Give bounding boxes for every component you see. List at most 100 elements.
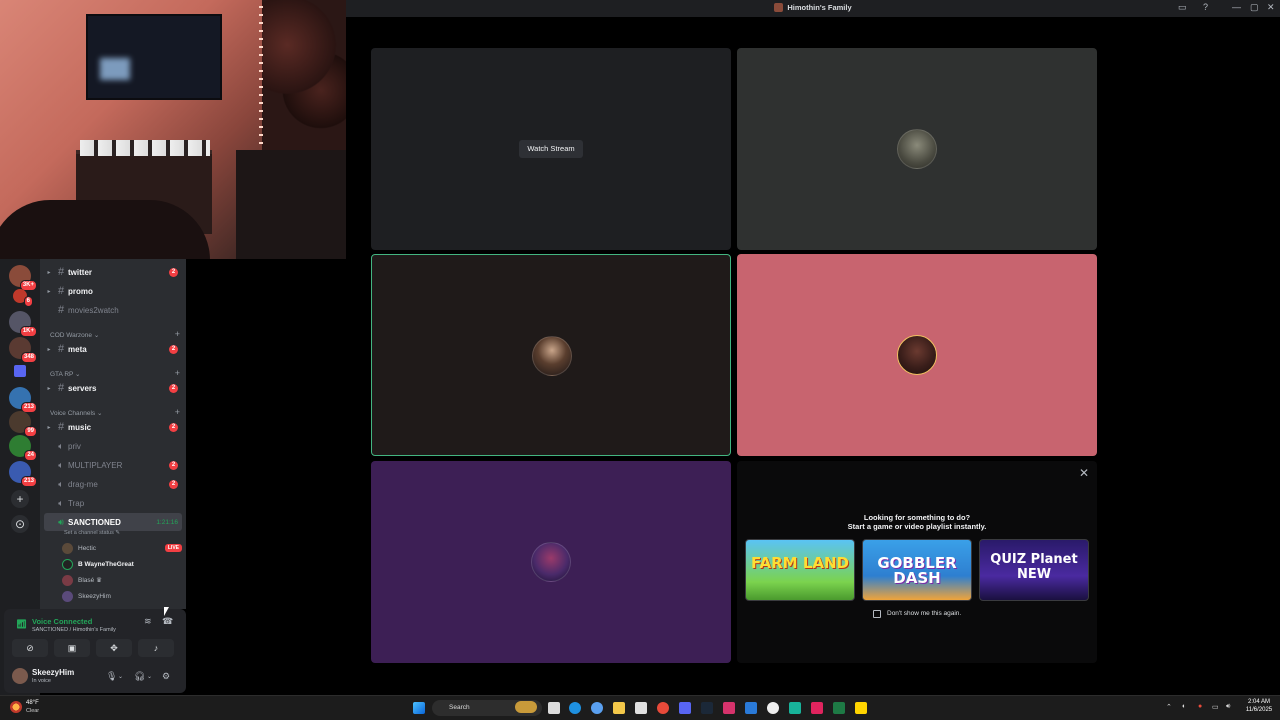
headphones-icon[interactable]: 🎧︎ [134, 671, 145, 682]
category-header[interactable]: Voice Channels ⌄ + [50, 408, 180, 418]
weather-temp[interactable]: 48°F [26, 700, 39, 706]
server-icon[interactable]: 6 [13, 289, 33, 307]
clock-time[interactable]: 2:04 AM [1244, 699, 1274, 705]
soundboard-icon[interactable]: ♪ [138, 639, 174, 657]
server-icon[interactable]: 3K+ [9, 265, 37, 291]
close-icon[interactable]: ✕ [1267, 2, 1275, 13]
server-icon[interactable]: 99 [9, 411, 37, 437]
server-icon[interactable]: 213 [9, 387, 37, 413]
instagram-icon[interactable] [723, 702, 735, 714]
server-badge: 213 [20, 476, 37, 487]
voice-channel-trap[interactable]: 🔈︎ Trap [44, 494, 182, 512]
channel-promo[interactable]: ▸ # promo [44, 282, 182, 300]
stream-tile[interactable]: Watch Stream [371, 48, 731, 250]
chevron-right-icon: ▸ [47, 288, 51, 295]
voice-channel-drag-me[interactable]: 🔈︎ drag-me 2 [44, 475, 182, 493]
game-farm-land[interactable]: FARM LAND [745, 539, 855, 601]
volume-icon[interactable]: 🔊︎ [1226, 703, 1230, 711]
voice-status[interactable]: Voice Connected [32, 617, 92, 626]
participant-tile[interactable] [737, 48, 1097, 250]
discord-icon[interactable] [679, 702, 691, 714]
tray-app-icon[interactable]: ◐ [1182, 703, 1186, 710]
activities-icon[interactable]: ✥ [96, 639, 132, 657]
minimize-icon[interactable]: — [1232, 2, 1241, 12]
close-icon[interactable]: ✕ [1079, 466, 1089, 480]
app-icon[interactable] [789, 702, 801, 714]
add-server-icon[interactable]: + [11, 490, 29, 508]
weather-icon[interactable] [10, 701, 22, 713]
display-icon[interactable]: ▭ [1212, 703, 1219, 711]
dont-show-label[interactable]: Don't show me this again. [887, 610, 961, 617]
clock-date[interactable]: 11/6/2025 [1244, 707, 1274, 713]
microphone-icon[interactable]: ● [1198, 703, 1202, 710]
server-icon[interactable]: 1K+ [9, 311, 37, 337]
disconnect-icon[interactable]: ☎︎ [162, 616, 173, 627]
folder-icon[interactable] [14, 365, 26, 377]
category-header[interactable]: COD Warzone ⌄ + [50, 330, 180, 340]
server-icon[interactable]: 213 [9, 461, 37, 487]
channel-meta[interactable]: ▸ # meta 2 [44, 340, 182, 358]
chatgpt-icon[interactable] [767, 702, 779, 714]
voice-user[interactable]: Blasé ♛ [62, 573, 102, 587]
participant-tile[interactable] [737, 254, 1097, 456]
microphone-icon[interactable]: 🎙︎ [106, 671, 117, 682]
steam-icon[interactable] [701, 702, 713, 714]
channel-label: movies2watch [68, 305, 119, 315]
add-channel-icon[interactable]: + [175, 369, 180, 378]
chevron-down-icon[interactable]: ⌄ [118, 673, 123, 680]
voice-channel-sanctioned[interactable]: 🔊︎ SANCTIONED 1:21:16 [44, 513, 182, 531]
watch-stream-button[interactable]: Watch Stream [519, 140, 583, 158]
inbox-icon[interactable]: ▭ [1178, 2, 1187, 13]
dresser [236, 150, 346, 259]
store-icon[interactable] [635, 702, 647, 714]
chevron-up-icon[interactable]: ⌃ [1166, 703, 1172, 711]
edge-icon[interactable] [569, 702, 581, 714]
messenger-icon[interactable] [745, 702, 757, 714]
weather-condition[interactable]: Clear [26, 708, 39, 714]
category-label: COD Warzone ⌄ [50, 332, 100, 339]
string-lights [259, 0, 263, 150]
gear-icon[interactable]: ⚙ [162, 671, 170, 682]
channel-twitter[interactable]: ▸ # twitter 2 [44, 263, 182, 281]
voice-user[interactable]: Hectic LIVE [62, 541, 182, 555]
tiktok-icon[interactable] [811, 702, 823, 714]
voice-channel-multiplayer[interactable]: 🔈︎ MULTIPLAYER 2 [44, 456, 182, 474]
file-explorer-icon[interactable] [613, 702, 625, 714]
chrome-icon[interactable] [657, 702, 669, 714]
participant-tile-speaking[interactable] [371, 254, 731, 456]
unread-badge: 2 [169, 267, 178, 277]
category-header[interactable]: GTA RP ⌄ + [50, 369, 180, 379]
game-gobbler-dash[interactable]: GOBBLER DASH [862, 539, 972, 601]
copilot-icon[interactable] [591, 702, 603, 714]
discover-icon[interactable]: ⊙ [11, 515, 29, 533]
video-off-icon[interactable]: ⊘ [12, 639, 48, 657]
participant-tile[interactable] [371, 461, 731, 663]
help-icon[interactable]: ? [1203, 2, 1208, 12]
server-icon[interactable]: 24 [9, 435, 37, 461]
screen-share-icon[interactable]: ▣ [54, 639, 90, 657]
channel-servers[interactable]: ▸ # servers 2 [44, 379, 182, 397]
avatar[interactable] [12, 668, 28, 684]
server-icon[interactable]: 348 [9, 337, 37, 363]
voice-user[interactable]: SkeezyHim [62, 589, 111, 603]
voice-channel-priv[interactable]: 🔈︎ priv [44, 437, 182, 455]
add-channel-icon[interactable]: + [175, 408, 180, 417]
task-view-icon[interactable] [548, 702, 560, 714]
sticky-notes-icon[interactable] [855, 702, 867, 714]
signal-icon[interactable]: 📶︎ [16, 619, 27, 630]
xbox-icon[interactable] [833, 702, 845, 714]
maximize-icon[interactable]: ▢ [1250, 2, 1259, 13]
voice-user[interactable]: B WayneTheGreat [62, 557, 134, 571]
user-name[interactable]: SkeezyHim [32, 668, 74, 677]
chevron-down-icon[interactable]: ⌄ [147, 673, 152, 680]
start-icon[interactable] [413, 702, 425, 714]
channel-music[interactable]: ▸ # music 2 [44, 418, 182, 436]
search-highlight-icon[interactable] [515, 701, 537, 713]
set-channel-status[interactable]: Set a channel status ✎ [64, 530, 120, 536]
dont-show-checkbox[interactable] [873, 610, 881, 618]
channel-movies2watch[interactable]: # movies2watch [44, 301, 182, 319]
noise-suppression-icon[interactable]: ≋ [144, 616, 152, 627]
voice-location[interactable]: SANCTIONED / Himothin's Family [32, 627, 116, 633]
game-quiz-planet[interactable]: QUIZ Planet NEW [979, 539, 1089, 601]
add-channel-icon[interactable]: + [175, 330, 180, 339]
